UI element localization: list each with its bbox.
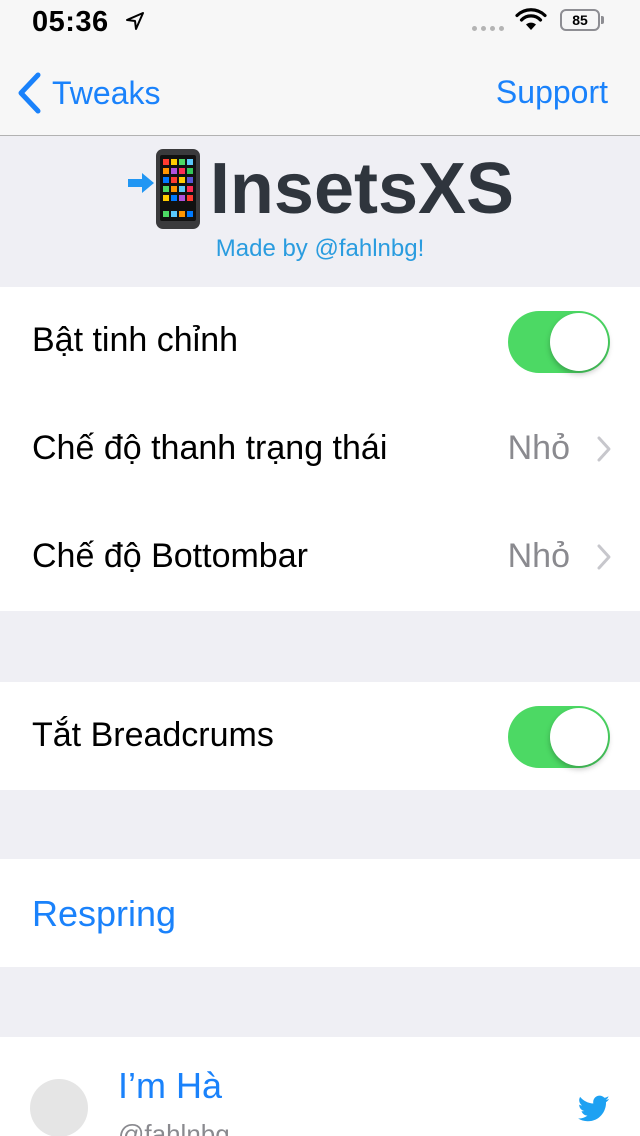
bottombar-mode-label: Chế độ Bottombar xyxy=(32,537,308,575)
disable-breadcrumbs-toggle[interactable] xyxy=(508,706,610,768)
settings-group-main: Bật tinh chỉnh Chế độ thanh trạng thái N… xyxy=(0,287,640,611)
disable-breadcrumbs-label: Tắt Breadcrums xyxy=(32,716,274,754)
status-bar: 05:36 85 xyxy=(0,0,640,40)
back-label: Tweaks xyxy=(52,74,161,111)
author-subtitle: Made by @fahlnbg! xyxy=(215,235,425,262)
navigation-bar: Tweaks Support xyxy=(0,40,640,136)
chevron-left-icon xyxy=(18,72,41,114)
support-button[interactable]: Support xyxy=(496,74,608,111)
signal-dots-icon xyxy=(472,26,504,31)
statusbar-mode-value: Nhỏ xyxy=(507,429,570,467)
enable-tweak-toggle[interactable] xyxy=(508,311,610,373)
back-button[interactable]: Tweaks xyxy=(16,70,160,116)
twitter-profile-row[interactable]: I’m Hà @fahlnbg xyxy=(0,1037,640,1136)
settings-group-profile: I’m Hà @fahlnbg xyxy=(0,1037,640,1136)
title-row: InsetsXS xyxy=(0,147,640,231)
twitter-bird-icon xyxy=(578,1095,610,1122)
tweak-title: InsetsXS xyxy=(209,149,515,229)
avatar xyxy=(30,1079,88,1136)
respring-row[interactable]: Respring xyxy=(0,859,640,967)
enable-tweak-label: Bật tinh chỉnh xyxy=(32,321,239,359)
location-arrow-icon xyxy=(126,12,144,30)
toggle-knob xyxy=(550,313,608,371)
statusbar-mode-label: Chế độ thanh trạng thái xyxy=(32,429,388,467)
profile-handle: @fahlnbg xyxy=(118,1119,230,1136)
chevron-right-icon xyxy=(597,544,611,570)
chevron-right-icon xyxy=(597,436,611,462)
status-time: 05:36 xyxy=(32,6,109,38)
bottombar-mode-row[interactable]: Chế độ Bottombar Nhỏ xyxy=(0,503,640,611)
disable-breadcrumbs-row: Tắt Breadcrums xyxy=(0,682,640,790)
profile-name: I’m Hà xyxy=(118,1065,223,1106)
toggle-knob xyxy=(550,708,608,766)
settings-group-breadcrumbs: Tắt Breadcrums xyxy=(0,682,640,790)
wifi-icon xyxy=(515,8,547,30)
settings-screen: 05:36 85 Tweaks Support InsetsXS Made by… xyxy=(0,0,640,1136)
statusbar-mode-row[interactable]: Chế độ thanh trạng thái Nhỏ xyxy=(0,395,640,503)
bottombar-mode-value: Nhỏ xyxy=(507,537,570,575)
battery-level: 85 xyxy=(572,12,588,28)
settings-group-respring: Respring xyxy=(0,859,640,967)
respring-button[interactable]: Respring xyxy=(32,893,176,935)
tweak-header: InsetsXS Made by @fahlnbg! xyxy=(0,137,640,287)
battery-icon: 85 xyxy=(560,9,604,31)
enable-tweak-row: Bật tinh chỉnh xyxy=(0,287,640,395)
mobile-phone-arrow-icon xyxy=(127,149,200,229)
